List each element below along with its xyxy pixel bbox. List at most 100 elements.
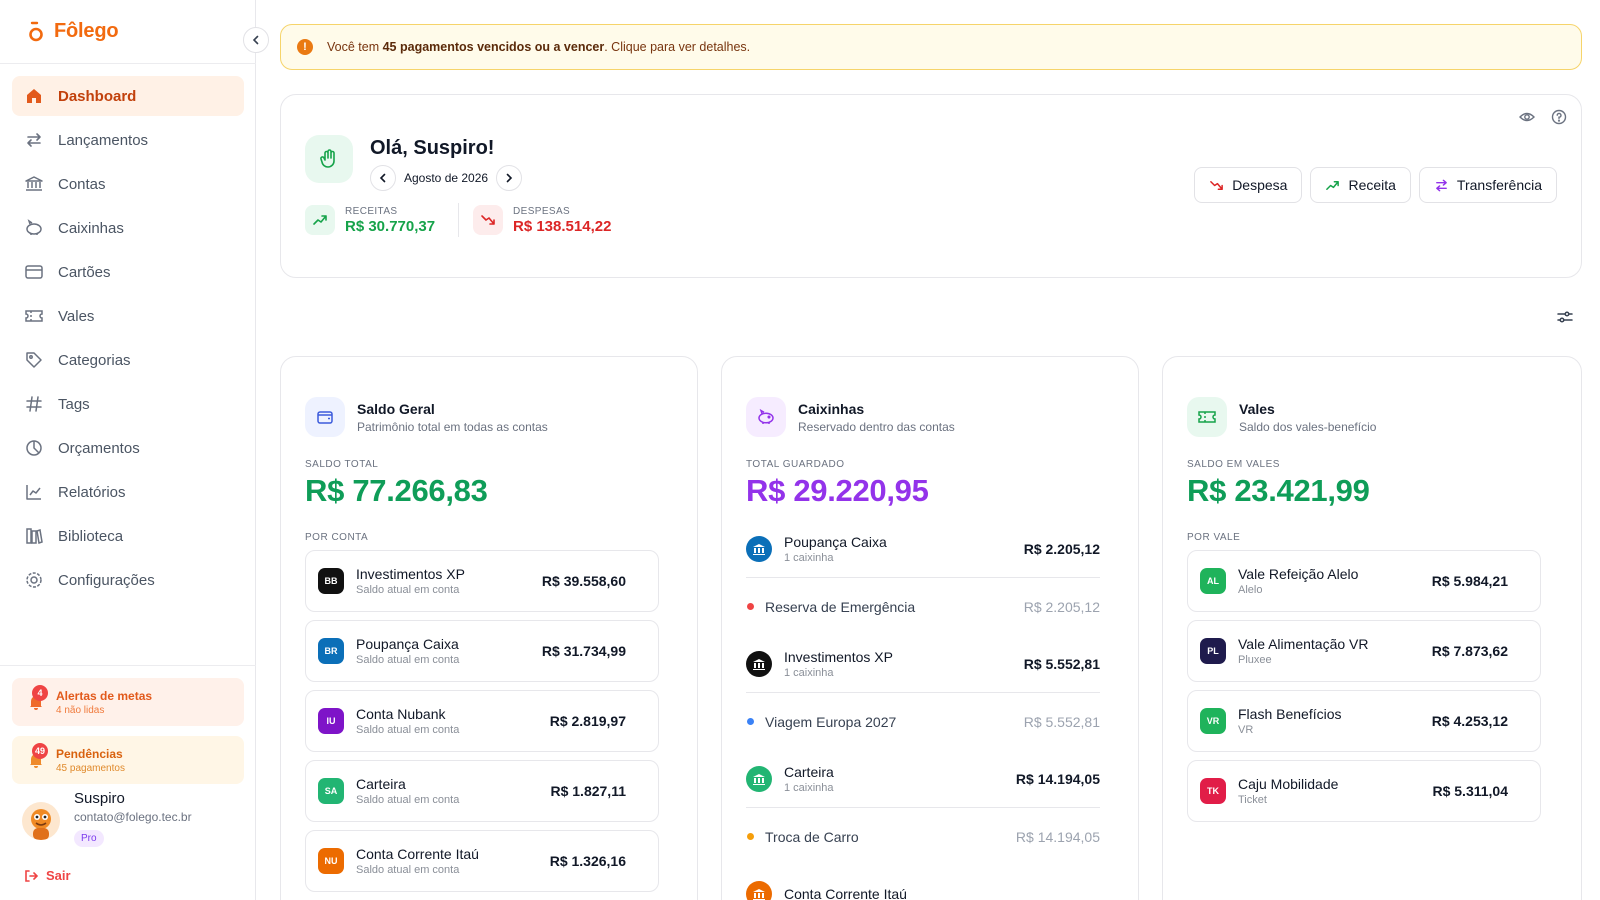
- bell-icon: 4: [26, 685, 48, 712]
- nav-label: Caixinhas: [58, 219, 124, 237]
- voucher-balance: R$ 7.873,62: [1431, 643, 1508, 659]
- bank-logo: BB: [318, 568, 344, 594]
- hash-icon: [26, 396, 42, 412]
- account-name: Investimentos XP: [356, 566, 465, 582]
- account-row[interactable]: SA Carteira Saldo atual em conta R$ 1.827…: [305, 760, 659, 822]
- trending-down-icon: [473, 205, 503, 235]
- trending-down-icon: [1210, 180, 1224, 190]
- total-label: SALDO EM VALES: [1187, 459, 1280, 470]
- nav-item-relatorios[interactable]: Relatórios: [12, 472, 244, 512]
- chevron-left-icon: [379, 173, 386, 183]
- account-row[interactable]: NU Conta Corrente Itaú Saldo atual em con…: [305, 830, 659, 892]
- savings-box-row[interactable]: Reserva de Emergência R$ 2.205,12: [746, 578, 1100, 635]
- savings-box-row[interactable]: Viagem Europa 2027 R$ 5.552,81: [746, 693, 1100, 750]
- nav-item-categorias[interactable]: Categorias: [12, 340, 244, 380]
- add-income-button[interactable]: Receita: [1310, 167, 1411, 203]
- savings-account-row[interactable]: Carteira 1 caixinha R$ 14.194,05: [746, 750, 1100, 808]
- arrows-left-right-icon: [1436, 179, 1447, 191]
- income-label: RECEITAS: [345, 205, 398, 217]
- nav-item-dashboard[interactable]: Dashboard: [12, 76, 244, 116]
- nav-item-configuracoes[interactable]: Configurações: [12, 560, 244, 600]
- card-subtitle: Saldo dos vales-benefício: [1239, 420, 1377, 434]
- account-list: BB Investimentos XP Saldo atual em conta …: [305, 550, 659, 900]
- next-month-button[interactable]: [496, 165, 523, 191]
- add-transfer-button[interactable]: Transferência: [1418, 167, 1557, 203]
- savings-account-row[interactable]: Poupança Caixa 1 caixinha R$ 2.205,12: [746, 520, 1100, 578]
- panel-tools: [1519, 109, 1567, 130]
- voucher-row[interactable]: VR Flash Benefícios VR R$ 4.253,12: [1187, 690, 1541, 752]
- divider: [0, 665, 256, 666]
- folego-logo-icon: [28, 21, 44, 43]
- account-name: Carteira: [356, 776, 406, 792]
- nav-item-contas[interactable]: Contas: [12, 164, 244, 204]
- account-note: Saldo atual em conta: [356, 724, 460, 736]
- nav-item-lancamentos[interactable]: Lançamentos: [12, 120, 244, 160]
- account-saved-value: R$ 5.552,81: [1023, 655, 1100, 672]
- help-icon[interactable]: [1551, 109, 1567, 130]
- balance-card: Saldo Geral Patrimônio total em todas as…: [280, 356, 698, 900]
- logout-button[interactable]: Sair: [24, 868, 71, 883]
- user-profile[interactable]: Suspiro contato@folego.tec.br Pro: [22, 790, 192, 847]
- nav-item-orcamentos[interactable]: Orçamentos: [12, 428, 244, 468]
- voucher-provider: Pluxee: [1238, 654, 1272, 666]
- color-dot: [747, 833, 754, 840]
- plan-badge: Pro: [74, 830, 104, 847]
- nav-item-tags[interactable]: Tags: [12, 384, 244, 424]
- voucher-row[interactable]: PL Vale Alimentação VR Pluxee R$ 7.873,62: [1187, 620, 1541, 682]
- income-kpi: RECEITAS R$ 30.770,37: [305, 205, 435, 235]
- trending-up-icon: [305, 205, 335, 235]
- color-dot: [747, 603, 754, 610]
- nav-item-caixinhas[interactable]: Caixinhas: [12, 208, 244, 248]
- voucher-provider: Alelo: [1238, 584, 1263, 596]
- nav-item-cartoes[interactable]: Cartões: [12, 252, 244, 292]
- bank-building-icon: [746, 650, 772, 677]
- add-expense-button[interactable]: Despesa: [1194, 167, 1303, 203]
- greeting: Olá, Suspiro!: [370, 137, 495, 159]
- brand[interactable]: Fôlego: [28, 20, 119, 43]
- overdue-payments-notice[interactable]: ! Você tem 45 pagamentos vencidos ou a v…: [280, 24, 1582, 70]
- avatar: [22, 802, 60, 840]
- bank-building-icon: [746, 881, 772, 900]
- nav-item-vales[interactable]: Vales: [12, 296, 244, 336]
- group-label: POR CONTA: [305, 532, 369, 543]
- account-row[interactable]: BB Investimentos XP Saldo atual em conta …: [305, 550, 659, 612]
- collapse-sidebar-button[interactable]: [243, 27, 269, 53]
- nav-label: Tags: [58, 395, 90, 413]
- goal-alerts-card[interactable]: 4 Alertas de metas 4 não lidas: [12, 678, 244, 726]
- notice-highlight: 45 pagamentos vencidos ou a vencer: [382, 40, 605, 54]
- pending-payments-card[interactable]: 49 Pendências 45 pagamentos: [12, 736, 244, 784]
- account-saved-value: R$ 14.194,05: [1015, 770, 1100, 787]
- nav-label: Contas: [58, 175, 106, 193]
- notice-prefix: Você tem: [327, 40, 380, 54]
- chevron-right-icon: [506, 173, 513, 183]
- savings-box-row[interactable]: Troca de Carro R$ 14.194,05: [746, 808, 1100, 865]
- nav-label: Orçamentos: [58, 439, 140, 457]
- total-label: SALDO TOTAL: [305, 459, 379, 470]
- account-row[interactable]: IU Conta Nubank Saldo atual em conta R$ 2…: [305, 690, 659, 752]
- account-row[interactable]: BR Poupança Caixa Saldo atual em conta R$…: [305, 620, 659, 682]
- unread-count-badge: 4: [32, 685, 48, 701]
- card-subtitle: Patrimônio total em todas as contas: [357, 420, 548, 434]
- savings-account-row[interactable]: Conta Corrente Itaú: [746, 865, 1100, 900]
- customize-widgets-button[interactable]: [1556, 308, 1574, 326]
- voucher-logo: VR: [1200, 708, 1226, 734]
- account-note: Saldo atual em conta: [356, 654, 460, 666]
- notice-text: Você tem 45 pagamentos vencidos ou a ven…: [327, 40, 750, 54]
- button-label: Receita: [1348, 177, 1396, 193]
- tag-icon: [26, 352, 42, 368]
- eye-icon[interactable]: [1519, 109, 1535, 130]
- button-label: Despesa: [1232, 177, 1288, 193]
- alert-subtitle: 45 pagamentos: [56, 762, 125, 774]
- bank-logo: BR: [318, 638, 344, 664]
- pie-chart-icon: [26, 440, 42, 456]
- voucher-row[interactable]: TK Caju Mobilidade Ticket R$ 5.311,04: [1187, 760, 1541, 822]
- voucher-name: Vale Alimentação VR: [1238, 636, 1369, 652]
- savings-account-row[interactable]: Investimentos XP 1 caixinha R$ 5.552,81: [746, 635, 1100, 693]
- voucher-row[interactable]: AL Vale Refeição Alelo Alelo R$ 5.984,21: [1187, 550, 1541, 612]
- total-vouchers: R$ 23.421,99: [1187, 473, 1370, 508]
- voucher-balance: R$ 5.311,04: [1432, 783, 1508, 799]
- previous-month-button[interactable]: [370, 165, 396, 191]
- nav-item-biblioteca[interactable]: Biblioteca: [12, 516, 244, 556]
- voucher-provider: Ticket: [1238, 794, 1267, 806]
- card-title: Vales: [1239, 401, 1275, 417]
